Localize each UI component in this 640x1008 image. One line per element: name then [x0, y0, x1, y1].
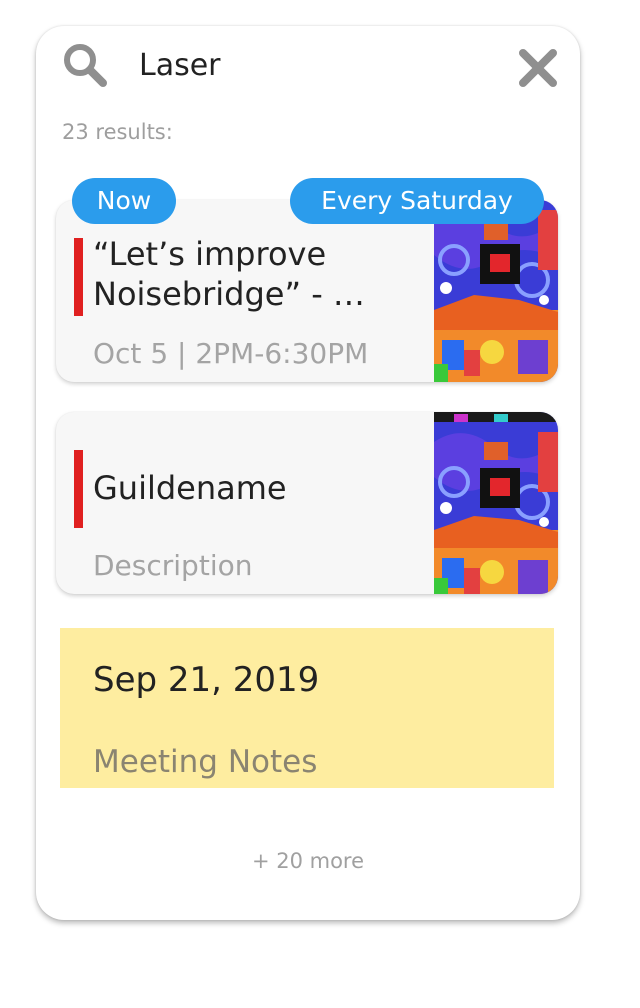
event-card[interactable]: “Let’s improve Noisebridge” - … Oct 5 | … — [56, 200, 558, 382]
note-date: Sep 21, 2019 — [93, 660, 320, 700]
event-thumbnail-image — [434, 200, 558, 382]
meeting-note-card[interactable]: Sep 21, 2019 Meeting Notes — [60, 628, 554, 788]
guild-title: Guildename — [93, 469, 287, 507]
badge-recurrence: Every Saturday — [290, 178, 544, 224]
guild-thumbnail-image — [434, 412, 558, 594]
result-count: 23 results: — [62, 120, 173, 144]
search-icon[interactable] — [62, 42, 108, 88]
search-results-panel: Laser 23 results: “Let’s improve Noisebr… — [36, 26, 580, 920]
search-input[interactable]: Laser — [139, 46, 221, 86]
event-time: Oct 5 | 2PM-6:30PM — [93, 337, 369, 370]
accent-bar — [74, 238, 83, 316]
accent-bar — [74, 450, 83, 528]
close-icon[interactable] — [518, 48, 558, 88]
guild-description: Description — [93, 549, 253, 582]
note-description: Meeting Notes — [93, 744, 318, 780]
badge-now: Now — [72, 178, 176, 224]
event-title: “Let’s improve Noisebridge” - … — [93, 235, 365, 313]
guild-card[interactable]: Guildename Description — [56, 412, 558, 594]
more-results-link[interactable]: + 20 more — [36, 846, 580, 876]
